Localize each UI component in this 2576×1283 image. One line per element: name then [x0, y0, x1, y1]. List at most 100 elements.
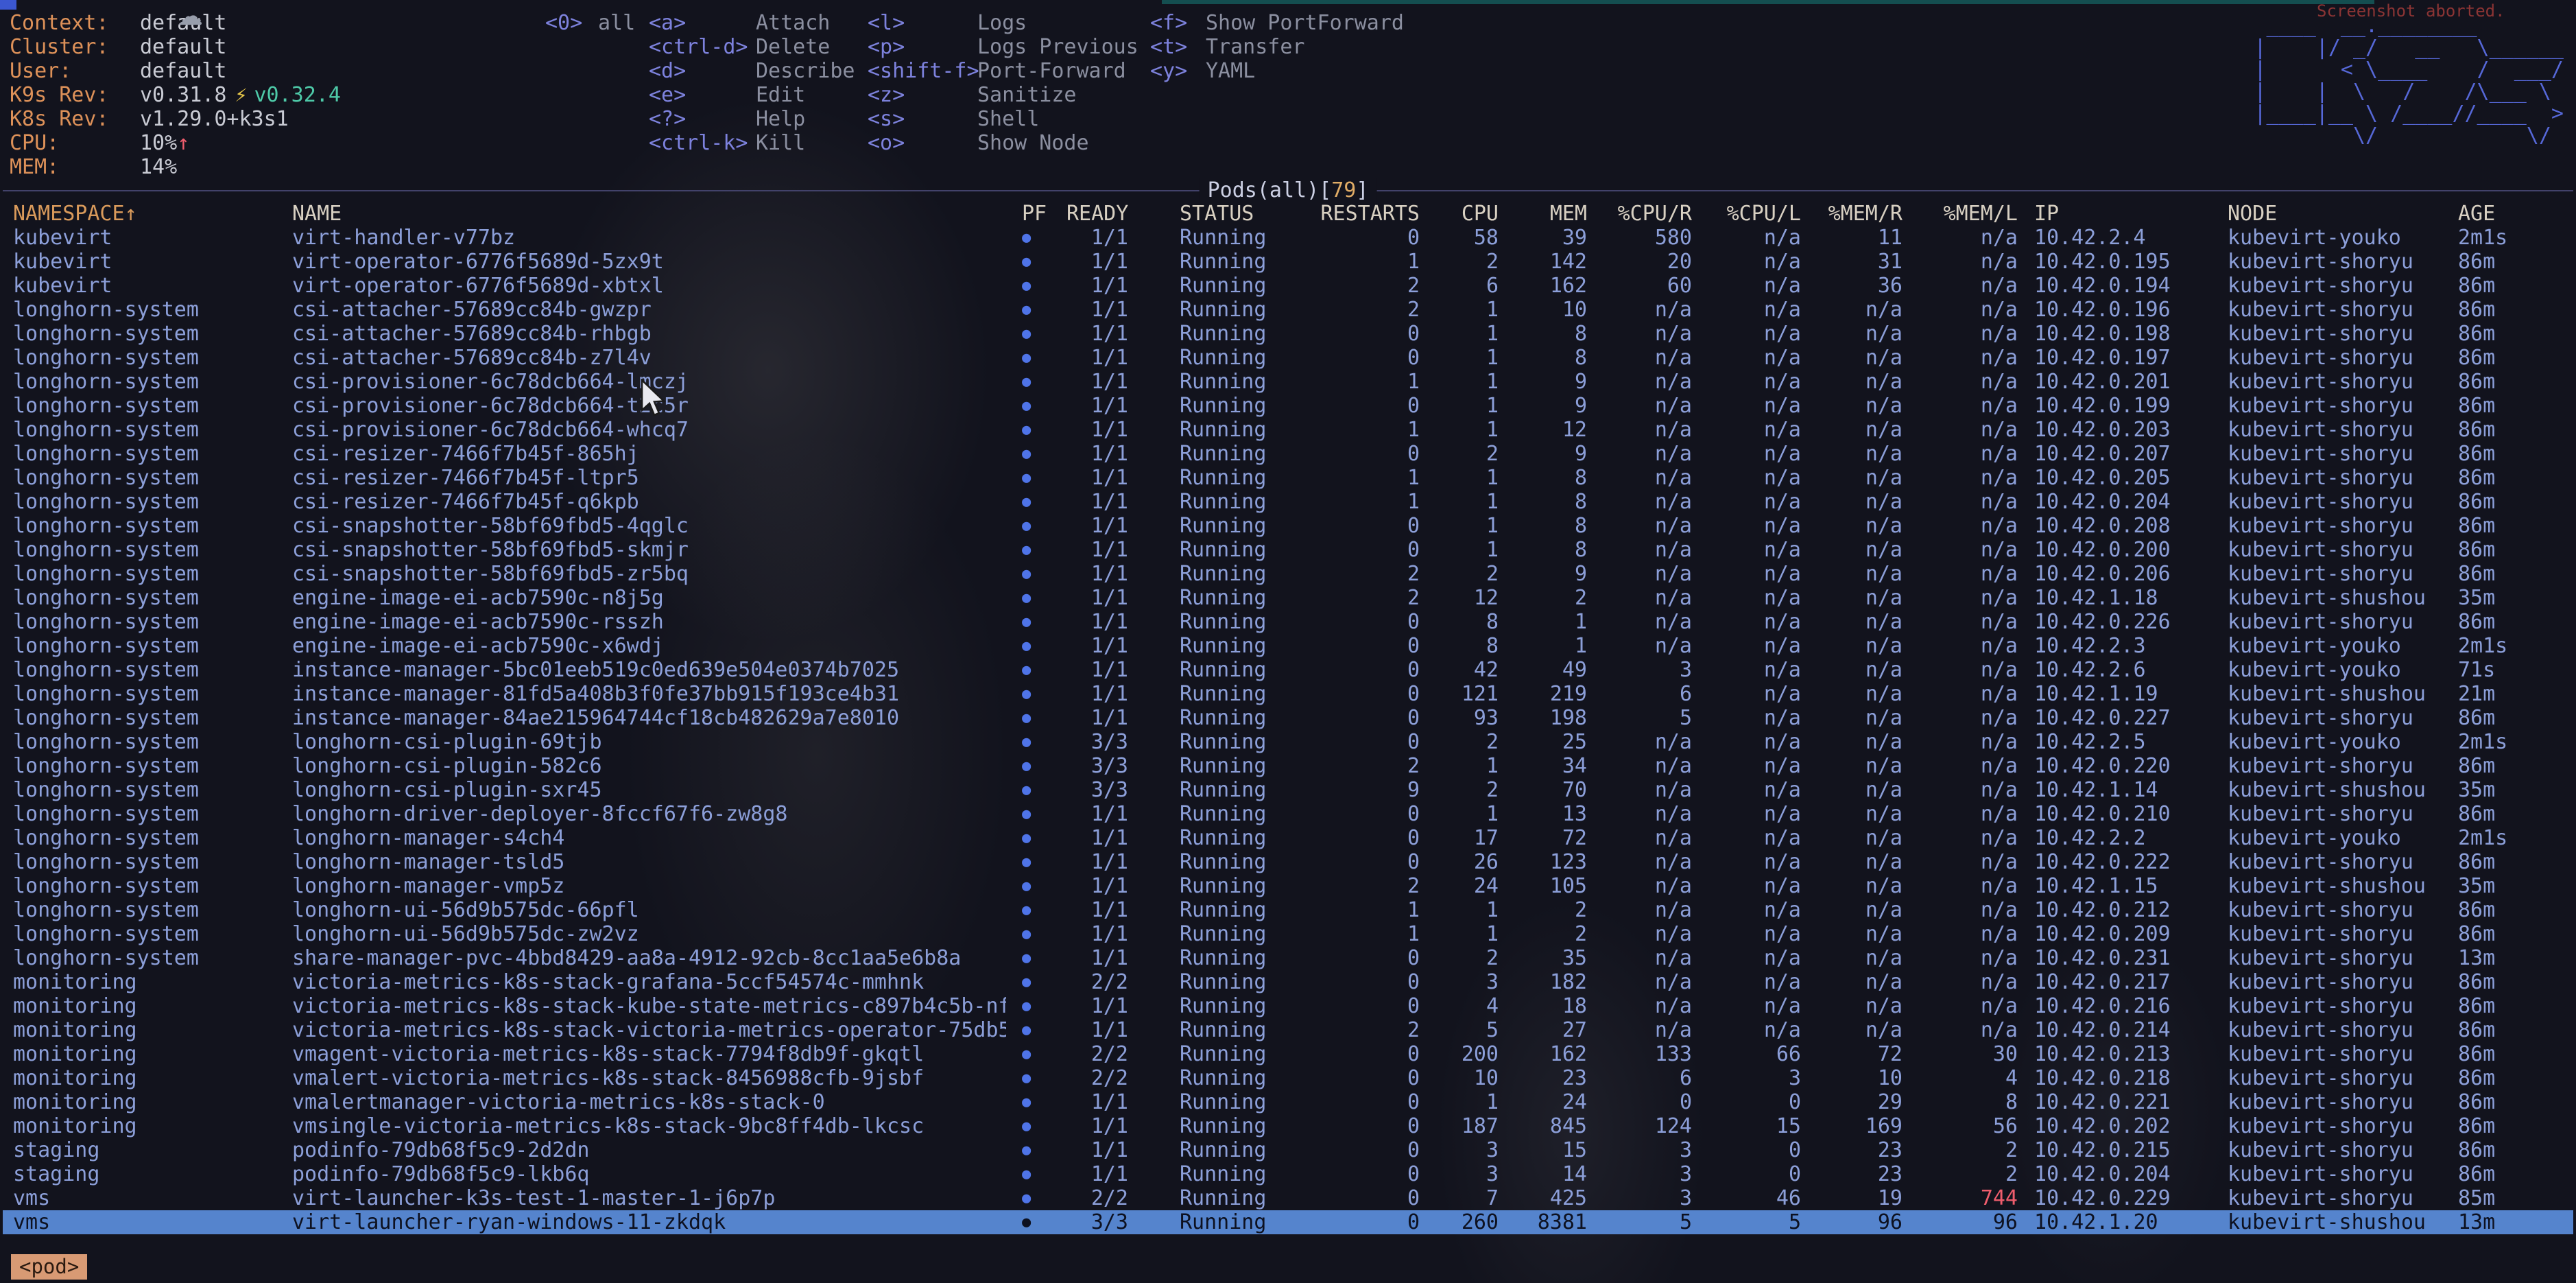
cell-ip: 10.42.0.222 — [2025, 850, 2225, 874]
table-row[interactable]: longhorn-systemcsi-provisioner-6c78dcb66… — [3, 418, 2573, 442]
cell-cpul: 15 — [1699, 1114, 1808, 1138]
table-row[interactable]: longhorn-systemcsi-snapshotter-58bf69fbd… — [3, 538, 2573, 562]
hotkey-kill[interactable]: <ctrl-k>Kill — [649, 131, 855, 155]
table-row[interactable]: vmsvirt-launcher-ryan-windows-11-zkdqk●3… — [3, 1210, 2573, 1234]
table-row[interactable]: longhorn-systemlonghorn-csi-plugin-582c6… — [3, 754, 2573, 778]
table-row[interactable]: longhorn-systemcsi-attacher-57689cc84b-g… — [3, 298, 2573, 322]
table-row[interactable]: longhorn-systemcsi-resizer-7466f7b45f-86… — [3, 442, 2573, 466]
column-header-memr[interactable]: %MEM/R — [1808, 202, 1909, 226]
cell-cpur: n/a — [1594, 418, 1699, 442]
column-header-status[interactable]: STATUS — [1135, 202, 1307, 226]
table-row[interactable]: monitoringvmalertmanager-victoria-metric… — [3, 1090, 2573, 1114]
cell-status: Running — [1135, 490, 1307, 514]
column-header-ready[interactable]: READY — [1066, 202, 1135, 226]
column-header-meml[interactable]: %MEM/L — [1909, 202, 2025, 226]
table-row[interactable]: kubevirtvirt-operator-6776f5689d-xbtxl●1… — [3, 274, 2573, 298]
hotkey-describe[interactable]: <d>Describe — [649, 59, 855, 83]
table-row[interactable]: longhorn-systemcsi-resizer-7466f7b45f-q6… — [3, 490, 2573, 514]
table-row[interactable]: longhorn-systemshare-manager-pvc-4bbd842… — [3, 946, 2573, 970]
column-header-name[interactable]: NAME — [292, 202, 1006, 226]
table-row[interactable]: longhorn-systemcsi-provisioner-6c78dcb66… — [3, 394, 2573, 418]
table-row[interactable]: monitoringvmalert-victoria-metrics-k8s-s… — [3, 1066, 2573, 1090]
cell-restarts: 0 — [1307, 538, 1427, 562]
table-row[interactable]: longhorn-systeminstance-manager-84ae2159… — [3, 706, 2573, 730]
hotkey-shell[interactable]: <s>Shell — [868, 107, 1138, 131]
info-line: User:default — [10, 59, 341, 83]
hotkey-show-node[interactable]: <o>Show Node — [868, 131, 1138, 155]
cell-restarts: 0 — [1307, 1114, 1427, 1138]
column-header-age[interactable]: AGE — [2458, 202, 2573, 226]
hotkey-port-forward[interactable]: <shift-f>Port-Forward — [868, 59, 1138, 83]
table-row[interactable]: vmsvirt-launcher-k3s-test-1-master-1-j6p… — [3, 1186, 2573, 1210]
hotkey-delete[interactable]: <ctrl-d>Delete — [649, 35, 855, 59]
table-row[interactable]: longhorn-systeminstance-manager-81fd5a40… — [3, 682, 2573, 706]
hotkey-transfer[interactable]: <t>Transfer — [1150, 35, 1404, 59]
column-header-mem[interactable]: MEM — [1505, 202, 1594, 226]
upgrade-bolt-icon: ⚡ — [235, 83, 247, 107]
table-row[interactable]: longhorn-systemengine-image-ei-acb7590c-… — [3, 586, 2573, 610]
cell-ip: 10.42.0.210 — [2025, 802, 2225, 826]
status-dot: ● — [1006, 442, 1066, 466]
cell-cpu: 1 — [1427, 298, 1505, 322]
cell-cpu: 42 — [1427, 658, 1505, 682]
table-row[interactable]: stagingpodinfo-79db68f5c9-lkb6q●1/1Runni… — [3, 1162, 2573, 1186]
hotkey-logs[interactable]: <l>Logs — [868, 11, 1138, 35]
table-row[interactable]: longhorn-systemengine-image-ei-acb7590c-… — [3, 610, 2573, 634]
cell-name: virt-operator-6776f5689d-5zx9t — [292, 250, 1006, 274]
table-row[interactable]: longhorn-systemlonghorn-ui-56d9b575dc-66… — [3, 898, 2573, 922]
column-header-cpul[interactable]: %CPU/L — [1699, 202, 1808, 226]
hotkey-logs-previous[interactable]: <p>Logs Previous — [868, 35, 1138, 59]
table-row[interactable]: longhorn-systemcsi-attacher-57689cc84b-z… — [3, 346, 2573, 370]
table-row[interactable]: longhorn-systemlonghorn-manager-vmp5z●1/… — [3, 874, 2573, 898]
column-header-node[interactable]: NODE — [2225, 202, 2458, 226]
table-row[interactable]: longhorn-systemcsi-snapshotter-58bf69fbd… — [3, 514, 2573, 538]
cell-name: longhorn-csi-plugin-69tjb — [292, 730, 1006, 754]
hotkey-edit[interactable]: <e>Edit — [649, 83, 855, 107]
table-row[interactable]: longhorn-systemlonghorn-manager-tsld5●1/… — [3, 850, 2573, 874]
hotkey-attach[interactable]: <a>Attach — [649, 11, 855, 35]
table-row[interactable]: stagingpodinfo-79db68f5c9-2d2dn●1/1Runni… — [3, 1138, 2573, 1162]
table-row[interactable]: longhorn-systemlonghorn-manager-s4ch4●1/… — [3, 826, 2573, 850]
cell-ip: 10.42.0.199 — [2025, 394, 2225, 418]
hotkey-help[interactable]: <?>Help — [649, 107, 855, 131]
cell-ready: 1/1 — [1066, 610, 1135, 634]
table-row[interactable]: longhorn-systemcsi-snapshotter-58bf69fbd… — [3, 562, 2573, 586]
table-row[interactable]: longhorn-systeminstance-manager-5bc01eeb… — [3, 658, 2573, 682]
breadcrumb-pod[interactable]: <pod> — [11, 1254, 87, 1280]
table-row[interactable]: monitoringvmsingle-victoria-metrics-k8s-… — [3, 1114, 2573, 1138]
table-row[interactable]: longhorn-systemcsi-provisioner-6c78dcb66… — [3, 370, 2573, 394]
table-row[interactable]: longhorn-systemlonghorn-ui-56d9b575dc-zw… — [3, 922, 2573, 946]
table-row[interactable]: longhorn-systemlonghorn-csi-plugin-69tjb… — [3, 730, 2573, 754]
table-row[interactable]: monitoringvictoria-metrics-k8s-stack-vic… — [3, 1018, 2573, 1042]
table-row[interactable]: longhorn-systemlonghorn-csi-plugin-sxr45… — [3, 778, 2573, 802]
column-header-cpu[interactable]: CPU — [1427, 202, 1505, 226]
table-row[interactable]: monitoringvictoria-metrics-k8s-stack-kub… — [3, 994, 2573, 1018]
hotkey-sanitize[interactable]: <z>Sanitize — [868, 83, 1138, 107]
hotkey-show-portforward[interactable]: <f>Show PortForward — [1150, 11, 1404, 35]
table-row[interactable]: longhorn-systemcsi-attacher-57689cc84b-r… — [3, 322, 2573, 346]
cell-memr: 169 — [1808, 1114, 1909, 1138]
column-header-ip[interactable]: IP — [2025, 202, 2225, 226]
cell-cpul: n/a — [1699, 682, 1808, 706]
table-row[interactable]: longhorn-systemlonghorn-driver-deployer-… — [3, 802, 2573, 826]
table-row[interactable]: longhorn-systemengine-image-ei-acb7590c-… — [3, 634, 2573, 658]
table-row[interactable]: kubevirtvirt-operator-6776f5689d-5zx9t●1… — [3, 250, 2573, 274]
table-row[interactable]: kubevirtvirt-handler-v77bz●1/1Running058… — [3, 226, 2573, 250]
column-header-ns[interactable]: NAMESPACE↑ — [13, 202, 292, 226]
cell-memr: n/a — [1808, 706, 1909, 730]
column-header-cpur[interactable]: %CPU/R — [1594, 202, 1699, 226]
column-header-pf[interactable]: PF — [1006, 202, 1066, 226]
table-row[interactable]: monitoringvictoria-metrics-k8s-stack-gra… — [3, 970, 2573, 994]
hotkey-all[interactable]: <0>all — [545, 11, 635, 35]
cell-restarts: 2 — [1307, 562, 1427, 586]
info-value: 10% — [140, 131, 177, 155]
cell-status: Running — [1135, 1162, 1307, 1186]
cell-name: longhorn-manager-tsld5 — [292, 850, 1006, 874]
hotkey-yaml[interactable]: <y>YAML — [1150, 59, 1404, 83]
column-header-restarts[interactable]: RESTARTS — [1307, 202, 1427, 226]
table-row[interactable]: monitoringvmagent-victoria-metrics-k8s-s… — [3, 1042, 2573, 1066]
cell-memr: n/a — [1808, 514, 1909, 538]
cell-ip: 10.42.0.201 — [2025, 370, 2225, 394]
cell-status: Running — [1135, 298, 1307, 322]
table-row[interactable]: longhorn-systemcsi-resizer-7466f7b45f-lt… — [3, 466, 2573, 490]
